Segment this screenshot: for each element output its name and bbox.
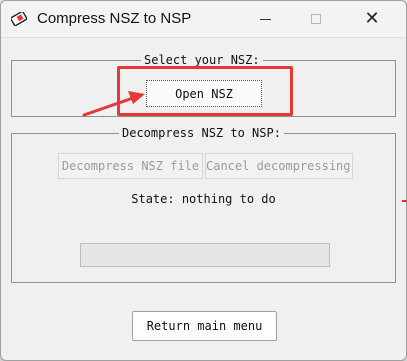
- close-icon: ✕: [364, 8, 380, 29]
- background-edge-mark: [402, 200, 407, 202]
- window-title: Compress NSZ to NSP: [37, 10, 192, 27]
- return-main-menu-button[interactable]: Return main menu: [132, 311, 277, 341]
- app-icon: [11, 12, 27, 26]
- title-bar[interactable]: Compress NSZ to NSP ✕: [1, 1, 406, 38]
- progress-bar: [80, 243, 330, 267]
- maximize-button[interactable]: [293, 1, 339, 37]
- cancel-decompressing-button[interactable]: Cancel decompressing: [205, 153, 353, 179]
- minimize-icon: [259, 18, 271, 20]
- state-label: State: nothing to do: [131, 192, 276, 206]
- decompress-nsz-button[interactable]: Decompress NSZ file: [58, 153, 203, 179]
- decompress-group: Decompress NSZ to NSP: Decompress NSZ fi…: [11, 126, 396, 283]
- app-window: Compress NSZ to NSP ✕ Select your NSZ: O…: [0, 0, 407, 361]
- annotation-highlight-box: [117, 66, 293, 116]
- decompress-legend: Decompress NSZ to NSP:: [119, 126, 284, 140]
- select-nsz-legend: Select your NSZ:: [141, 53, 263, 67]
- close-button[interactable]: ✕: [349, 1, 395, 37]
- maximize-icon: [311, 14, 321, 24]
- minimize-button[interactable]: [242, 1, 288, 37]
